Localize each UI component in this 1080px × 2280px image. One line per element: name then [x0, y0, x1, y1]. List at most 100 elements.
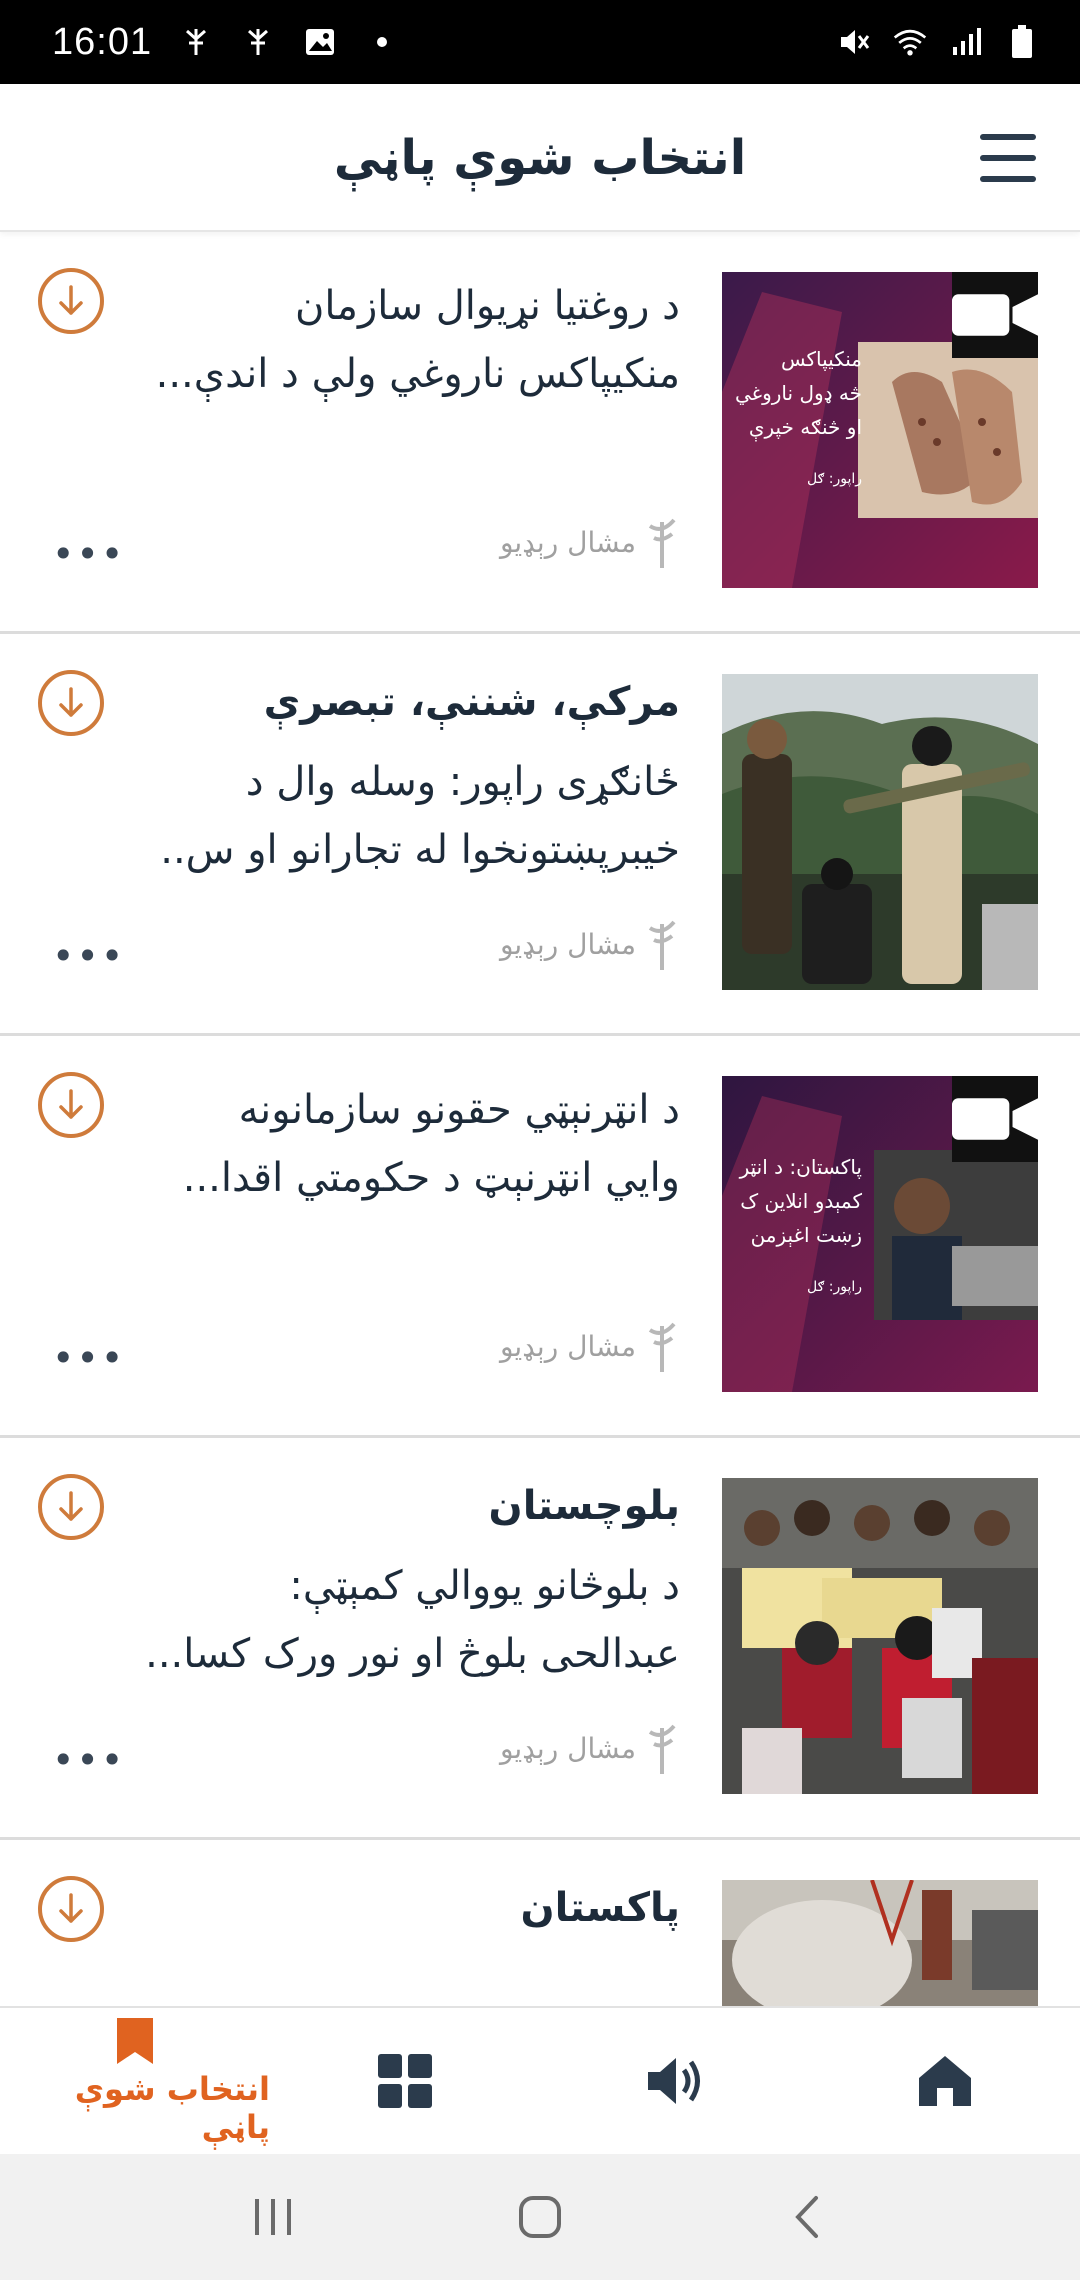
- page-title: انتخاب شوې پاڼې: [333, 130, 747, 186]
- source-label: مشال رېډیو: [500, 916, 680, 972]
- status-left-icons: [178, 24, 400, 60]
- back-button[interactable]: [767, 2187, 847, 2247]
- article-thumbnail[interactable]: [722, 674, 1038, 990]
- download-button[interactable]: [38, 1876, 104, 1942]
- thumbnail-text-line: راپور: ګل: [807, 471, 862, 487]
- menu-line: [980, 176, 1036, 182]
- thumbnail-text-line: کمېدو انلاین ک: [740, 1189, 862, 1213]
- article-title: د انټرنېټي حقونو سازمانونه وايي انټرنېټ …: [120, 1076, 680, 1212]
- grid-icon: [378, 2054, 432, 2108]
- bookmark-icon: [117, 2018, 153, 2064]
- article-title-line: د روغتیا نړیوال سازمان: [294, 283, 680, 329]
- article-category[interactable]: مرکې، شننې، تبصرې: [120, 674, 680, 730]
- source-label: مشال رېډیو: [500, 1720, 680, 1776]
- wifi-icon: [892, 24, 928, 60]
- article-thumbnail[interactable]: منکیپاکس څه ډول ناروغي او څنګه خپرې راپو…: [722, 272, 1038, 588]
- source-label: مشال رېډیو: [500, 514, 680, 570]
- home-circle-icon: [518, 2196, 561, 2238]
- download-arrow-icon: [59, 1089, 83, 1119]
- article-list: منکیپاکس څه ډول ناروغي او څنګه خپرې راپو…: [0, 232, 1080, 2006]
- more-options-icon[interactable]: •••: [52, 1738, 125, 1782]
- radio-mashaal-logo-icon: [648, 920, 676, 970]
- menu-line: [980, 155, 1036, 161]
- battery-icon: [1004, 24, 1040, 60]
- article-text[interactable]: مرکې، شننې، تبصرې ځانګړی راپور: وسله وال…: [120, 674, 680, 884]
- download-button[interactable]: [38, 1474, 104, 1540]
- article-text[interactable]: پاکستان: [120, 1880, 681, 1954]
- article-thumbnail[interactable]: پاکستان: د انټر کمېدو انلاین ک زښت اغېزم…: [722, 1076, 1038, 1392]
- article-title-line: منکیپاکس ناروغي ولې د اندې...: [155, 351, 680, 397]
- video-camera-icon: [952, 294, 1038, 336]
- download-arrow-icon: [59, 1893, 83, 1923]
- source-name: مشال رېډیو: [499, 525, 636, 559]
- home-icon: [919, 2056, 971, 2106]
- source-name: مشال رېډیو: [499, 1731, 636, 1765]
- download-arrow-icon: [59, 1491, 83, 1521]
- list-item[interactable]: پاکستان: د انټر کمېدو انلاین ک زښت اغېزم…: [0, 1036, 1080, 1438]
- radio-mashaal-logo-icon: [648, 518, 676, 568]
- list-item[interactable]: پاکستان: [0, 1840, 1080, 2006]
- cell-signal-icon: [948, 24, 984, 60]
- download-button[interactable]: [38, 670, 104, 736]
- more-options-icon[interactable]: •••: [52, 532, 125, 576]
- radio-mashaal-logo-icon: [648, 1322, 676, 1372]
- back-chevron-icon: [794, 2196, 818, 2238]
- list-item[interactable]: منکیپاکس څه ډول ناروغي او څنګه خپرې راپو…: [0, 232, 1080, 634]
- thumbnail-text-line: منکیپاکس: [781, 347, 862, 371]
- speaker-icon: [648, 2058, 700, 2104]
- dot-icon: [364, 24, 400, 60]
- article-title-line: د بلوڅانو یووالي کمېټې:: [289, 1563, 680, 1609]
- download-arrow-icon: [59, 687, 83, 717]
- status-right-icons: [836, 24, 1040, 60]
- recent-apps-icon: [255, 2199, 292, 2235]
- status-time: 16:01: [52, 20, 153, 63]
- article-title-line: وايي انټرنېټ د حکومتي اقدا...: [182, 1155, 680, 1201]
- article-title-line: خیبرپښتونخوا له تجارانو او س..: [160, 827, 680, 873]
- thumbnail-text-line: پاکستان: د انټر: [739, 1155, 862, 1179]
- article-thumbnail[interactable]: [722, 1478, 1038, 1794]
- article-thumbnail[interactable]: [722, 1880, 1038, 2006]
- list-item[interactable]: مرکې، شننې، تبصرې ځانګړی راپور: وسله وال…: [0, 634, 1080, 1036]
- nav-audio[interactable]: [540, 2008, 810, 2154]
- article-category[interactable]: پاکستان: [120, 1880, 681, 1936]
- nav-home[interactable]: [810, 2008, 1080, 2154]
- nav-sections[interactable]: [270, 2008, 540, 2154]
- thumbnail-overlay-text: پاکستان: د انټر کمېدو انلاین ک زښت اغېزم…: [740, 1150, 862, 1304]
- thumbnail-text-line: څه ډول ناروغي: [734, 381, 862, 405]
- image-icon: [302, 24, 338, 60]
- thumbnail-overlay-text: منکیپاکس څه ډول ناروغي او څنګه خپرې راپو…: [735, 342, 862, 496]
- article-title-line: ځانګړی راپور: وسله وال د: [245, 759, 680, 805]
- thumbnail-text-line: زښت اغېزمن: [750, 1223, 862, 1247]
- hamburger-menu-icon[interactable]: [980, 134, 1036, 182]
- article-title-line: عبدالحی بلوڅ او نور ورک کسا...: [145, 1631, 680, 1677]
- article-text[interactable]: بلوچستان د بلوڅانو یووالي کمېټې: عبدالحی…: [120, 1478, 680, 1688]
- article-title: د روغتیا نړیوال سازمان منکیپاکس ناروغي و…: [120, 272, 680, 408]
- source-name: مشال رېډیو: [499, 927, 636, 961]
- video-badge: [952, 1076, 1038, 1162]
- more-options-icon[interactable]: •••: [52, 1336, 125, 1380]
- article-text[interactable]: د انټرنېټي حقونو سازمانونه وايي انټرنېټ …: [120, 1076, 680, 1212]
- system-nav-bar: [0, 2154, 1080, 2280]
- download-arrow-icon: [59, 285, 83, 315]
- article-title: د بلوڅانو یووالي کمېټې: عبدالحی بلوڅ او …: [120, 1552, 680, 1688]
- nav-saved[interactable]: انتخاب شوې پاڼې: [0, 2008, 270, 2154]
- source-name: مشال رېډیو: [499, 1329, 636, 1363]
- mute-icon: [836, 24, 872, 60]
- app-header: انتخاب شوې پاڼې: [0, 84, 1080, 232]
- download-button[interactable]: [38, 268, 104, 334]
- signal-antenna-icon: [240, 24, 276, 60]
- bottom-nav: انتخاب شوې پاڼې: [0, 2006, 1080, 2154]
- download-button[interactable]: [38, 1072, 104, 1138]
- article-title: ځانګړی راپور: وسله وال د خیبرپښتونخوا له…: [120, 748, 680, 884]
- more-options-icon[interactable]: •••: [52, 934, 125, 978]
- thumbnail-text-line: او څنګه خپرې: [748, 415, 862, 439]
- home-button[interactable]: [500, 2187, 580, 2247]
- list-item[interactable]: بلوچستان د بلوڅانو یووالي کمېټې: عبدالحی…: [0, 1438, 1080, 1840]
- nav-saved-label: انتخاب شوې پاڼې: [74, 2070, 270, 2146]
- recent-apps-button[interactable]: [233, 2187, 313, 2247]
- video-camera-icon: [952, 1098, 1038, 1140]
- status-bar: 16:01: [0, 0, 1080, 84]
- article-category[interactable]: بلوچستان: [120, 1478, 680, 1534]
- article-text[interactable]: د روغتیا نړیوال سازمان منکیپاکس ناروغي و…: [120, 272, 680, 408]
- signal-antenna-icon: [178, 24, 214, 60]
